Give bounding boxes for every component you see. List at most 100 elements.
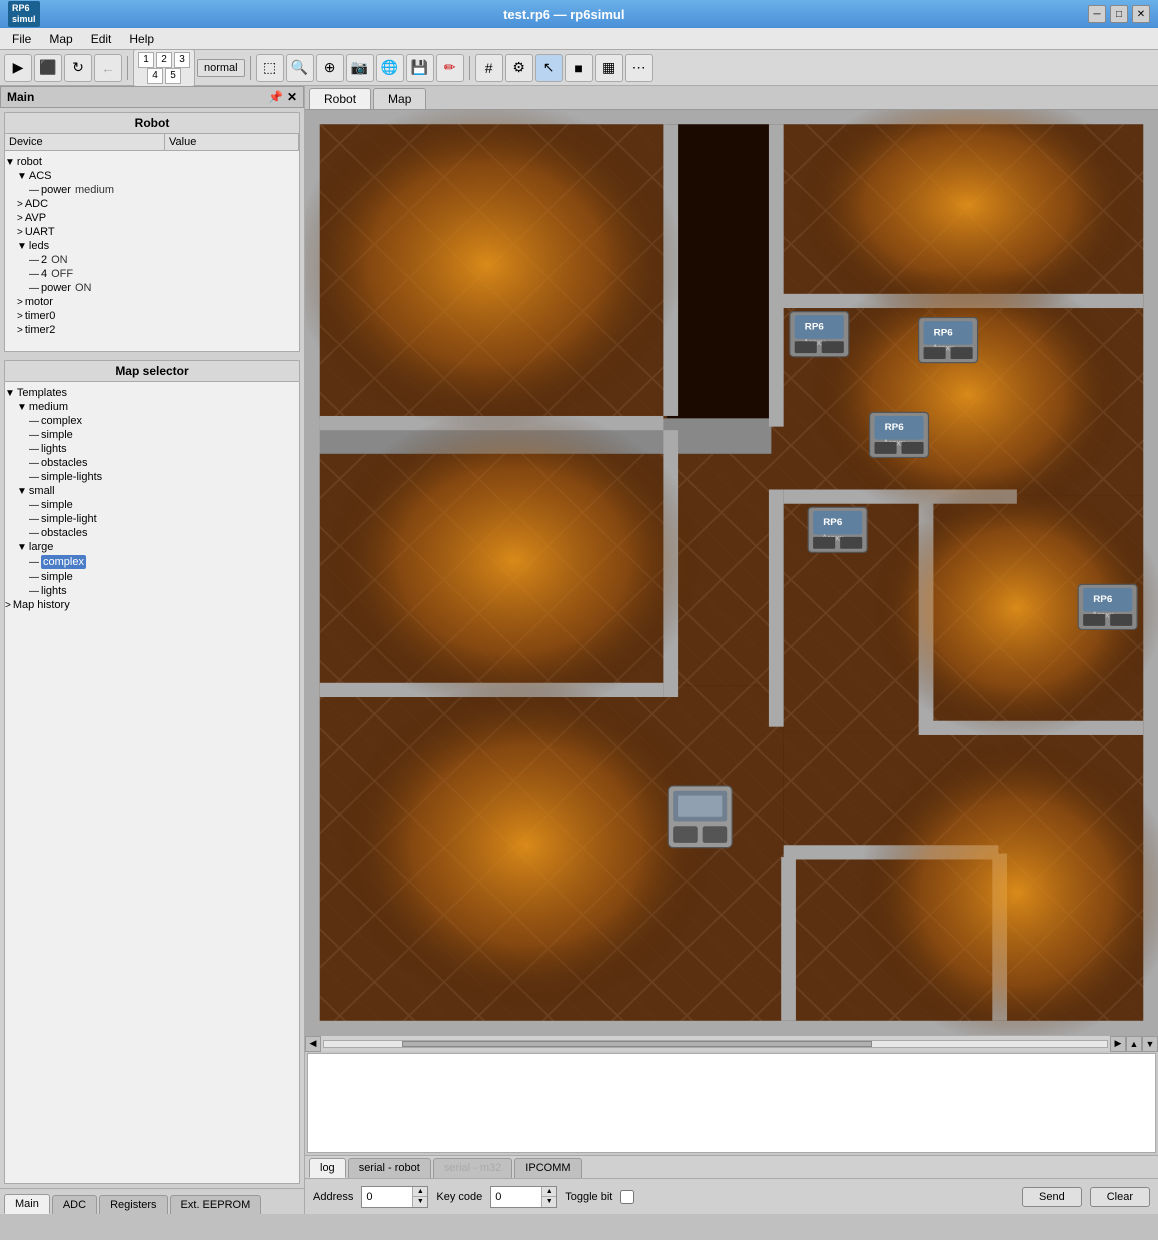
robot-tree-row[interactable]: ▼ACS [5,169,299,183]
collapse-button[interactable]: ─ [1088,5,1106,23]
tree-toggle[interactable]: — [29,557,39,568]
tree-toggle[interactable]: > [17,199,23,210]
map-tree-row[interactable]: ▼Templates [5,386,299,400]
map-tree-row[interactable]: —lights [5,442,299,456]
tree-toggle[interactable]: ▼ [17,241,27,252]
tree-toggle[interactable]: — [29,283,39,294]
console-tab-ipcomm[interactable]: IPCOMM [514,1158,581,1178]
tab-registers[interactable]: Registers [99,1195,167,1214]
tree-toggle[interactable]: — [29,458,39,469]
restore-button[interactable]: □ [1110,5,1128,23]
erase-tool[interactable]: ✏ [436,54,464,82]
tree-toggle[interactable]: ▼ [17,486,27,497]
tree-toggle[interactable]: — [29,586,39,597]
mode-selector[interactable]: 1 2 3 4 5 [133,49,195,87]
reload-button[interactable]: ↻ [64,54,92,82]
map-tree-row[interactable]: —complex [5,554,299,570]
address-spin-up[interactable]: ▲ [413,1187,427,1198]
tab-map[interactable]: Map [373,88,426,109]
tree-toggle[interactable]: — [29,185,39,196]
toggle-bit-checkbox[interactable] [620,1190,634,1204]
menu-edit[interactable]: Edit [83,30,120,48]
texture-tool[interactable]: ▦ [595,54,623,82]
tree-toggle[interactable]: > [17,227,23,238]
tree-toggle[interactable]: ▼ [17,171,27,182]
search-tool[interactable]: 🔍 [286,54,314,82]
panel-close-icon[interactable]: ✕ [287,90,297,104]
keycode-spin-down[interactable]: ▼ [542,1197,556,1207]
robot-tree-row[interactable]: >motor [5,295,299,309]
mode-num-4[interactable]: 4 [147,68,163,84]
map-tree-row[interactable]: ▼small [5,484,299,498]
save-tool[interactable]: 💾 [406,54,434,82]
map-tree-row[interactable]: >Map history [5,598,299,612]
mode-num-1[interactable]: 1 [138,52,154,68]
settings-tool[interactable]: ⚙ [505,54,533,82]
grid-tool[interactable]: # [475,54,503,82]
address-spinbox[interactable]: ▲ ▼ [361,1186,428,1208]
back-button[interactable]: ← [94,54,122,82]
robot-tree-row[interactable]: —2ON [5,253,299,267]
menu-file[interactable]: File [4,30,39,48]
tree-toggle[interactable]: > [17,311,23,322]
mode-num-2[interactable]: 2 [156,52,172,68]
tree-toggle[interactable]: ▼ [5,388,15,399]
tab-robot[interactable]: Robot [309,88,371,109]
panel-header-icons[interactable]: 📌 ✕ [268,90,297,104]
tree-toggle[interactable]: — [29,472,39,483]
robot-tree-row[interactable]: ▼robot [5,155,299,169]
mode-num-5[interactable]: 5 [165,68,181,84]
select-tool[interactable]: ⬚ [256,54,284,82]
tab-adc[interactable]: ADC [52,1195,97,1214]
console-tab-log[interactable]: log [309,1158,346,1178]
keycode-spinbox[interactable]: ▲ ▼ [490,1186,557,1208]
tree-toggle[interactable]: ▼ [17,542,27,553]
robot-tree-row[interactable]: >timer2 [5,323,299,337]
address-input[interactable] [362,1187,412,1207]
robot-tree-row[interactable]: >UART [5,225,299,239]
tab-main[interactable]: Main [4,1194,50,1214]
robot-tree-row[interactable]: —4OFF [5,267,299,281]
keycode-input[interactable] [491,1187,541,1207]
close-button[interactable]: ✕ [1132,5,1150,23]
stop-button[interactable]: ⬛ [34,54,62,82]
tree-toggle[interactable]: — [29,528,39,539]
tree-toggle[interactable]: — [29,430,39,441]
tree-toggle[interactable]: — [29,500,39,511]
tree-toggle[interactable]: > [5,600,11,611]
map-tree-row[interactable]: —simple [5,570,299,584]
map-tree-row[interactable]: —simple-light [5,512,299,526]
scroll-right-button[interactable]: ▶ [1110,1036,1126,1052]
panel-pin-icon[interactable]: 📌 [268,90,283,104]
fill-tool[interactable]: ■ [565,54,593,82]
globe-tool[interactable]: 🌐 [376,54,404,82]
scroll-up-button[interactable]: ▲ [1126,1036,1142,1052]
tab-ext-eeprom[interactable]: Ext. EEPROM [170,1195,262,1214]
address-spin-down[interactable]: ▼ [413,1197,427,1207]
scroll-down-button[interactable]: ▼ [1142,1036,1158,1052]
map-tree-row[interactable]: —obstacles [5,526,299,540]
play-button[interactable]: ▶ [4,54,32,82]
clear-button[interactable]: Clear [1090,1187,1150,1207]
menu-map[interactable]: Map [41,30,80,48]
tree-toggle[interactable]: — [29,444,39,455]
map-tree-row[interactable]: —simple-lights [5,470,299,484]
keycode-spin-up[interactable]: ▲ [542,1187,556,1198]
map-tree-row[interactable]: —simple [5,428,299,442]
scroll-thumb[interactable] [402,1041,872,1047]
pointer-tool[interactable]: ↖ [535,54,563,82]
robot-tree-row[interactable]: >AVP [5,211,299,225]
tree-toggle[interactable]: — [29,269,39,280]
menu-help[interactable]: Help [121,30,162,48]
tree-toggle[interactable]: ▼ [17,402,27,413]
tree-toggle[interactable]: — [29,416,39,427]
scroll-track[interactable] [323,1040,1108,1048]
console-tab-serial-robot[interactable]: serial - robot [348,1158,431,1178]
robot-tree-row[interactable]: >ADC [5,197,299,211]
map-tree-row[interactable]: —lights [5,584,299,598]
map-tree-row[interactable]: —obstacles [5,456,299,470]
tree-toggle[interactable]: ▼ [5,157,15,168]
map-tree-row[interactable]: ▼medium [5,400,299,414]
scroll-left-button[interactable]: ◀ [305,1036,321,1052]
map-tree-row[interactable]: —simple [5,498,299,512]
